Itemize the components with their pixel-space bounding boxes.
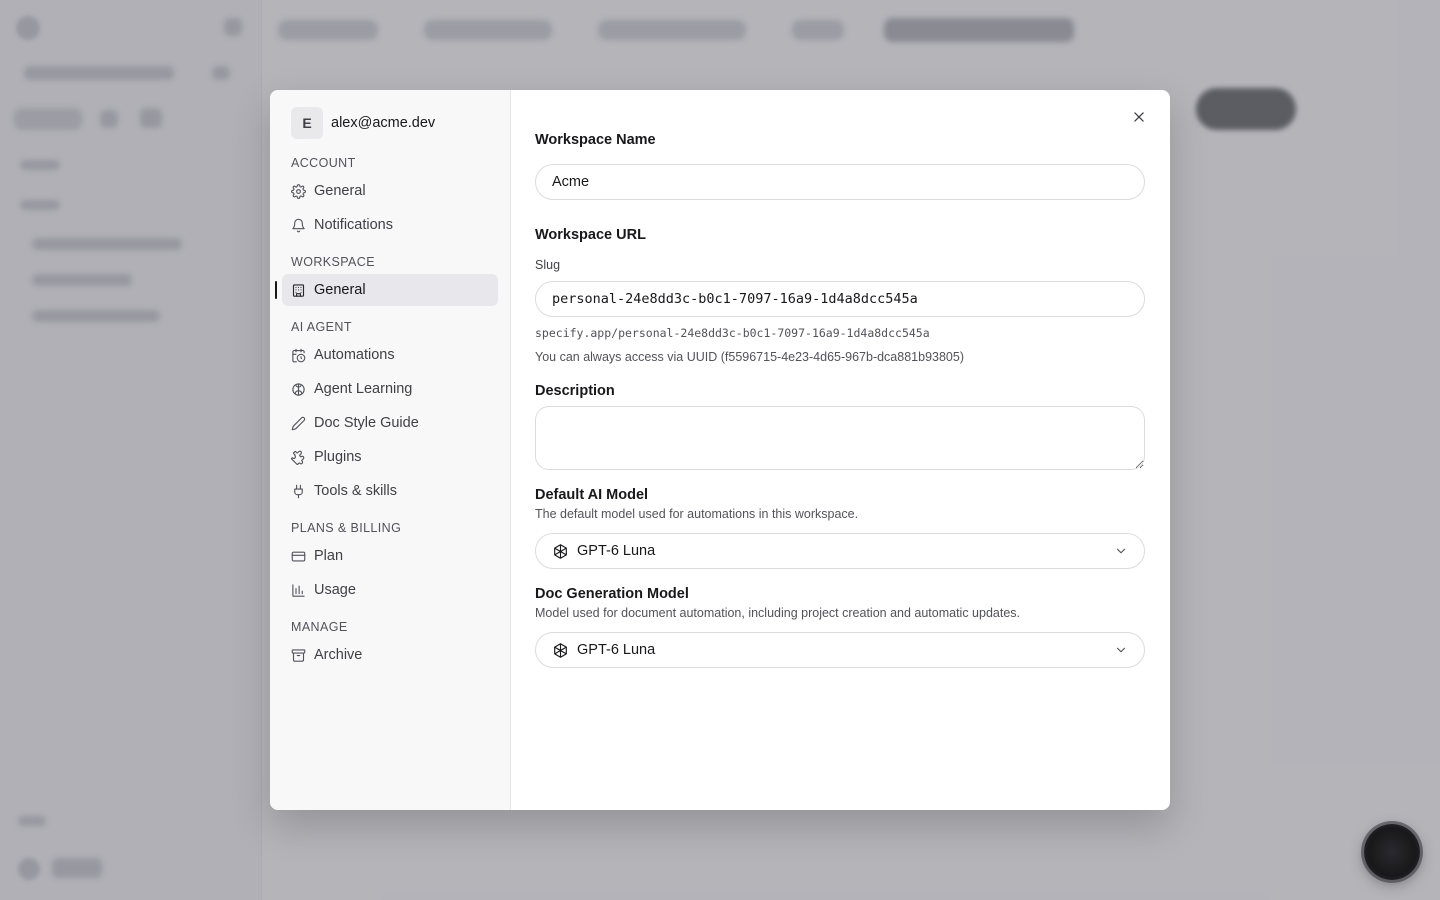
- workspace-url-preview: specify.app/personal-24e8dd3c-b0c1-7097-…: [535, 326, 930, 340]
- sidebar-item-label: General: [314, 183, 366, 199]
- background-action-button: [1198, 90, 1294, 128]
- avatar: E: [291, 106, 323, 139]
- puzzle-icon: [291, 450, 305, 465]
- sidebar-item-label: Plan: [314, 548, 344, 564]
- pen-icon: [291, 416, 306, 430]
- doc-generation-model-select[interactable]: GPT-6 Luna: [535, 632, 1145, 668]
- bar-chart-icon: [292, 583, 305, 597]
- sidebar-item-label: Notifications: [314, 217, 393, 233]
- workspace-url-label: Workspace URL: [535, 227, 646, 243]
- default-ai-model-value: GPT-6 Luna: [577, 543, 656, 559]
- building-icon: [292, 283, 305, 297]
- archive-icon: [291, 648, 306, 662]
- sidebar-item-agent-learning[interactable]: Agent Learning: [282, 373, 498, 405]
- sidebar-item-archive[interactable]: Archive: [282, 639, 498, 671]
- slug-label: Slug: [535, 258, 561, 272]
- section-account: ACCOUNT General Notifications: [282, 153, 498, 241]
- default-ai-model-select[interactable]: GPT-6 Luna: [535, 533, 1145, 569]
- sidebar-item-tools-skills[interactable]: Tools & skills: [282, 475, 498, 507]
- sidebar-item-label: General: [314, 282, 366, 298]
- sidebar-item-label: Agent Learning: [314, 381, 413, 397]
- default-ai-model-label: Default AI Model: [535, 487, 649, 503]
- openai-logo-icon: [554, 543, 567, 559]
- sidebar-item-label: Doc Style Guide: [314, 415, 419, 431]
- doc-generation-model-value: GPT-6 Luna: [577, 642, 656, 658]
- description-label: Description: [535, 383, 615, 399]
- close-icon: [1134, 112, 1144, 122]
- brain-icon: [292, 382, 305, 396]
- uuid-note: You can always access via UUID (f5596715…: [535, 350, 964, 364]
- sidebar-item-doc-style-guide[interactable]: Doc Style Guide: [282, 407, 498, 439]
- sidebar-item-plan[interactable]: Plan: [282, 540, 498, 572]
- sidebar-item-automations[interactable]: Automations: [282, 339, 498, 371]
- doc-generation-model-label: Doc Generation Model: [535, 586, 689, 602]
- settings-content: Workspace Name Workspace URL Slug specif…: [511, 90, 1170, 810]
- sidebar-item-label: Tools & skills: [314, 483, 397, 499]
- slug-input[interactable]: [535, 281, 1145, 317]
- section-plans-billing: PLANS & BILLING Plan Usage: [282, 518, 498, 606]
- plug-icon: [294, 484, 303, 498]
- sidebar-item-usage[interactable]: Usage: [282, 574, 498, 606]
- bell-icon: [292, 218, 305, 232]
- section-label: PLANS & BILLING: [291, 521, 402, 535]
- sidebar-item-label: Automations: [314, 347, 395, 363]
- calendar-clock-icon: [292, 348, 306, 362]
- section-ai-agent: AI AGENT Automations Agent Learning Doc …: [282, 317, 498, 507]
- sidebar-item-label: Archive: [314, 647, 363, 663]
- section-label: AI AGENT: [291, 320, 352, 334]
- openai-logo-icon: [554, 642, 567, 658]
- credit-card-icon: [291, 551, 306, 561]
- settings-modal: E alex@acme.dev ACCOUNT General Notifica…: [270, 90, 1170, 810]
- sidebar-item-label: Usage: [314, 582, 356, 598]
- section-label: ACCOUNT: [291, 156, 356, 170]
- chevron-down-icon: [1116, 548, 1126, 554]
- gear-icon: [291, 183, 306, 199]
- doc-generation-model-help: Model used for document automation, incl…: [535, 606, 1021, 620]
- settings-sidebar: E alex@acme.dev ACCOUNT General Notifica…: [270, 90, 511, 810]
- section-workspace: WORKSPACE General: [275, 252, 498, 306]
- section-label: MANAGE: [291, 620, 348, 634]
- description-textarea[interactable]: [535, 406, 1145, 470]
- section-manage: MANAGE Archive: [282, 617, 498, 671]
- sidebar-item-workspace-general[interactable]: General: [275, 274, 498, 306]
- sidebar-item-label: Plugins: [314, 449, 362, 465]
- sidebar-item-plugins[interactable]: Plugins: [282, 441, 498, 473]
- user-header: E alex@acme.dev: [282, 106, 498, 139]
- floating-action-button[interactable]: [1364, 824, 1420, 880]
- sidebar-item-notifications[interactable]: Notifications: [282, 209, 498, 241]
- workspace-name-label: Workspace Name: [535, 132, 656, 148]
- default-ai-model-help: The default model used for automations i…: [535, 507, 859, 521]
- chevron-down-icon: [1116, 647, 1126, 653]
- user-email: alex@acme.dev: [331, 114, 436, 131]
- close-button[interactable]: [1128, 106, 1150, 128]
- workspace-name-input[interactable]: [535, 164, 1145, 200]
- section-label: WORKSPACE: [291, 255, 375, 269]
- sidebar-item-account-general[interactable]: General: [282, 175, 498, 207]
